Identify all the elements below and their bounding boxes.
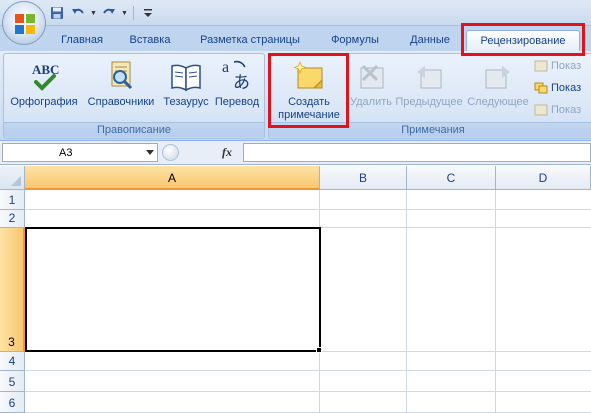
- redo-button[interactable]: [100, 4, 118, 22]
- save-button[interactable]: [48, 4, 66, 22]
- spelling-button[interactable]: ABC Орфография: [7, 58, 81, 109]
- show-ink-item[interactable]: Показ: [534, 104, 581, 116]
- comments-group: Создать примечание Удалить Предыдущее Сл…: [268, 53, 591, 139]
- ribbon: ABC Орфография Справочники Тезаурус a あ …: [0, 51, 591, 141]
- worksheet-grid: A B C D 1 2 3 4 5 6: [0, 166, 591, 413]
- row-header-5[interactable]: 5: [0, 371, 25, 392]
- insert-function-button[interactable]: fx: [222, 145, 232, 160]
- comments-group-label: Примечания: [269, 122, 591, 137]
- next-comment-button[interactable]: Следующее: [465, 58, 531, 109]
- name-box-value: A3: [59, 147, 73, 159]
- office-button[interactable]: [2, 1, 46, 45]
- selected-cell-a3[interactable]: [25, 227, 321, 352]
- customize-icon: [143, 9, 152, 17]
- show-hide-comment-icon: [534, 60, 548, 72]
- thesaurus-icon: [171, 64, 201, 92]
- formula-input[interactable]: [243, 143, 591, 162]
- spelling-label: Орфография: [10, 96, 78, 108]
- show-all-comments-icon: [534, 82, 548, 94]
- show-ink-icon: [534, 104, 548, 116]
- next-comment-label: Следующее: [467, 96, 529, 108]
- quick-access-toolbar: ▼ ▼: [48, 4, 157, 22]
- undo-icon: [72, 8, 84, 14]
- show-ink-label: Показ: [551, 104, 582, 116]
- research-label: Справочники: [87, 96, 155, 108]
- tab-insert[interactable]: Вставка: [120, 30, 180, 51]
- tab-formulas[interactable]: Формулы: [322, 30, 388, 51]
- formula-expand-icon[interactable]: [162, 144, 179, 161]
- new-comment-button[interactable]: Создать примечание: [273, 58, 345, 122]
- thesaurus-label: Тезаурус: [163, 96, 209, 108]
- name-box-dropdown-icon[interactable]: [146, 150, 154, 155]
- translate-label: Перевод: [214, 96, 260, 108]
- previous-comment-label: Предыдущее: [395, 96, 463, 108]
- office-logo-icon: [15, 14, 35, 34]
- row-header-3[interactable]: 3: [0, 228, 25, 352]
- spelling-icon: ABC: [32, 62, 59, 91]
- proofing-group-label: Правописание: [4, 122, 264, 137]
- gridline: [25, 370, 591, 371]
- svg-text:あ: あ: [233, 73, 250, 92]
- translate-icon: a あ: [222, 59, 250, 92]
- column-header-c[interactable]: C: [407, 166, 496, 190]
- gridline: [495, 190, 496, 413]
- name-box[interactable]: A3: [2, 143, 158, 162]
- column-header-a[interactable]: A: [25, 166, 320, 190]
- previous-comment-icon: [417, 66, 442, 89]
- undo-dropdown-icon[interactable]: ▼: [90, 10, 97, 17]
- delete-comment-button[interactable]: Удалить: [347, 58, 395, 109]
- title-bar: ▼ ▼: [0, 0, 591, 26]
- tab-home[interactable]: Главная: [52, 30, 112, 51]
- proofing-group: ABC Орфография Справочники Тезаурус a あ …: [3, 53, 265, 139]
- qat-separator: [132, 6, 134, 20]
- customize-qat-button[interactable]: [139, 4, 157, 22]
- column-header-d[interactable]: D: [496, 166, 591, 190]
- fill-handle[interactable]: [316, 347, 322, 353]
- tab-review[interactable]: Рецензирование: [466, 30, 580, 51]
- delete-comment-label: Удалить: [350, 96, 392, 108]
- tab-data[interactable]: Данные: [400, 30, 460, 51]
- gridline: [406, 190, 407, 413]
- new-comment-label-line2: примечание: [278, 109, 340, 121]
- column-header-b[interactable]: B: [320, 166, 407, 190]
- show-all-comments-label: Показ: [551, 82, 582, 94]
- gridline: [25, 209, 591, 210]
- svg-text:a: a: [222, 59, 229, 76]
- thesaurus-button[interactable]: Тезаурус: [161, 58, 211, 109]
- next-comment-icon: [485, 66, 510, 89]
- tab-page-layout[interactable]: Разметка страницы: [188, 30, 312, 51]
- previous-comment-button[interactable]: Предыдущее: [395, 58, 463, 109]
- redo-icon: [103, 8, 115, 14]
- save-icon: [51, 7, 63, 19]
- research-button[interactable]: Справочники: [84, 58, 158, 109]
- translate-button[interactable]: a あ Перевод: [211, 58, 263, 109]
- row-header-2[interactable]: 2: [0, 210, 25, 228]
- show-hide-comment-label: Показ: [551, 60, 582, 72]
- undo-button[interactable]: [69, 4, 87, 22]
- ribbon-tabs: Главная Вставка Разметка страницы Формул…: [0, 26, 591, 51]
- delete-comment-icon: [360, 64, 384, 89]
- show-all-comments-item[interactable]: Показ: [534, 82, 581, 94]
- formula-buttons: fx: [160, 143, 242, 162]
- formula-bar: A3 fx: [0, 141, 591, 165]
- research-icon: [111, 61, 133, 90]
- new-comment-icon: [293, 61, 323, 89]
- show-hide-comment-item[interactable]: Показ: [534, 60, 581, 72]
- row-header-6[interactable]: 6: [0, 392, 25, 413]
- redo-dropdown-icon[interactable]: ▼: [121, 10, 128, 17]
- select-all-button[interactable]: [0, 166, 25, 190]
- row-header-4[interactable]: 4: [0, 352, 25, 371]
- row-header-1[interactable]: 1: [0, 190, 25, 210]
- gridline: [25, 391, 591, 392]
- new-comment-label-line1: Создать: [288, 96, 330, 108]
